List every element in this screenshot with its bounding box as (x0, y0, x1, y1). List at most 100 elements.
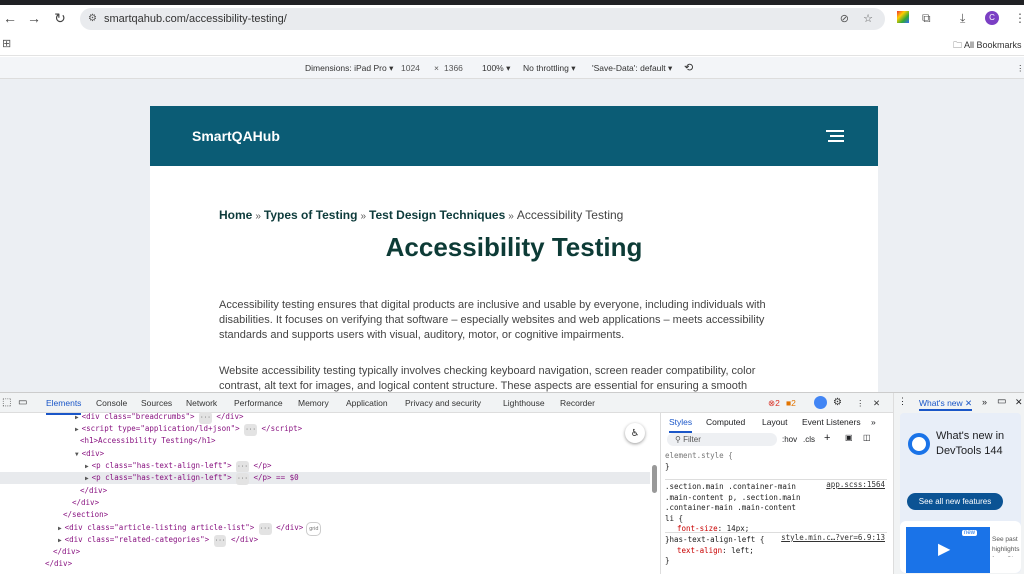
device-toolbar: Dimensions: iPad Pro ▾ 1024 × 1366 100% … (0, 57, 1024, 79)
tab-layout[interactable]: Layout (762, 413, 788, 431)
dom-node[interactable]: ▶ <div class="breadcrumbs"> ··· </div> (0, 411, 650, 425)
tab-styles[interactable]: Styles (669, 413, 693, 433)
dom-node[interactable]: ▶ <div class="related-categories"> ··· </… (0, 534, 650, 548)
ai-assistant-icon[interactable] (814, 396, 827, 409)
dom-node[interactable]: </div> (0, 558, 650, 570)
rule-source-link[interactable]: style.min.c…?ver=6.9:13 (781, 533, 885, 544)
sidebar-toggle-icon[interactable]: ◫ (863, 433, 871, 442)
breadcrumb-home[interactable]: Home (219, 208, 252, 222)
tab-whats-new[interactable]: What's new ✕ (919, 398, 973, 411)
errors-count[interactable]: ⊗2 (768, 393, 780, 413)
height-input[interactable]: 1366 (444, 57, 463, 79)
menu-icon[interactable]: ⋮ (1014, 11, 1024, 25)
styles-filter-input[interactable]: ⚲ Filter (667, 433, 777, 446)
download-icon[interactable]: ⤓ (960, 11, 965, 26)
property-name[interactable]: text-align (677, 546, 722, 555)
dock-icon[interactable]: ▭ (997, 396, 1006, 407)
throttling-select[interactable]: No throttling ▾ (523, 57, 575, 79)
dom-node[interactable]: ▶ <script type="application/ld+json"> ···… (0, 423, 650, 437)
dom-node[interactable]: ▶ <div class="article-listing article-lis… (0, 522, 650, 537)
width-input[interactable]: 1024 (401, 57, 420, 79)
reload-icon[interactable]: ↻ (50, 10, 70, 27)
more-tabs-icon[interactable]: » (871, 413, 876, 431)
dom-node[interactable]: ▶ <p class="has-text-align-left"> ··· </p… (0, 460, 650, 474)
scrollbar[interactable] (652, 465, 657, 493)
play-icon: ▶ (938, 541, 951, 558)
rule-source-link[interactable]: app.scss:1564 (826, 480, 885, 491)
paint-icon[interactable]: ▣ (845, 433, 853, 442)
style-rule-element[interactable]: element.style {} (665, 451, 887, 472)
avatar[interactable]: C (985, 11, 999, 25)
whats-new-tab-label: What's new (919, 398, 963, 408)
address-bar[interactable]: ⚙ smartqahub.com/accessibility-testing/ … (80, 8, 885, 30)
tab-performance[interactable]: Performance (234, 393, 283, 413)
hamburger-menu-icon[interactable] (826, 130, 844, 145)
save-data-label: 'Save-Data': default (592, 63, 666, 73)
site-header: SmartQAHub (150, 106, 878, 166)
apps-grid-icon[interactable]: ⊞ (2, 37, 11, 50)
second-paragraph: Website accessibility testing typically … (219, 365, 756, 392)
dom-node[interactable]: </div> (0, 485, 650, 497)
site-logo[interactable]: SmartQAHub (192, 128, 280, 144)
dom-node-selected[interactable]: ▶ <p class="has-text-align-left"> ··· </p… (0, 472, 650, 486)
dom-node[interactable]: ▼ <div> (0, 448, 650, 460)
star-icon[interactable]: ☆ (863, 8, 873, 30)
styles-tabbar: Styles Computed Layout Event Listeners » (661, 413, 894, 433)
tab-memory[interactable]: Memory (298, 393, 329, 413)
more-options-icon[interactable]: ⋮ (856, 393, 865, 413)
rule-close: } (665, 556, 670, 565)
device-select[interactable]: Dimensions: iPad Pro ▾ (305, 57, 393, 79)
cls-toggle[interactable]: .cls (803, 435, 815, 444)
tab-recorder[interactable]: Recorder (560, 393, 595, 413)
all-bookmarks[interactable]: 🗀 All Bookmarks (953, 38, 1022, 54)
settings-gear-icon[interactable]: ⚙ (833, 393, 842, 413)
dom-node[interactable]: <h1>Accessibility Testing</h1> (0, 435, 650, 447)
new-badge: new (962, 530, 978, 536)
close-drawer-icon[interactable]: ✕ (1015, 397, 1023, 408)
breadcrumb-types-of-testing[interactable]: Types of Testing (264, 208, 358, 222)
hov-toggle[interactable]: :hov (782, 435, 797, 444)
rotate-icon[interactable]: ⟲ (684, 57, 693, 79)
page-title: Accessibility Testing (385, 232, 643, 262)
tab-console[interactable]: Console (96, 393, 127, 413)
more-drawer-tabs-icon[interactable]: » (982, 397, 987, 407)
devtools-tabbar: ⬚ ▭ Elements Console Sources Network Per… (0, 393, 893, 415)
dom-node[interactable]: </div> (0, 546, 650, 558)
drawer-menu-icon[interactable]: ⋮ (898, 396, 907, 407)
device-toggle-icon[interactable]: ▭ (18, 393, 27, 413)
video-thumbnail[interactable]: ▶ new (906, 527, 990, 573)
video-card[interactable]: ▶ new See past highlights from Ch (900, 521, 1021, 573)
close-devtools-icon[interactable]: ✕ (873, 393, 880, 413)
inspect-element-icon[interactable]: ⬚ (2, 393, 11, 413)
device-more-icon[interactable]: ⋮ (1016, 57, 1024, 79)
site-settings-icon[interactable]: ⚙ (88, 8, 97, 30)
new-rule-icon[interactable]: + (824, 432, 830, 444)
tab-sources[interactable]: Sources (141, 393, 172, 413)
tab-lighthouse[interactable]: Lighthouse (503, 393, 545, 413)
extensions-puzzle-icon[interactable]: ⧉ (922, 11, 931, 26)
see-all-features-button[interactable]: See all new features (907, 493, 1003, 510)
accessibility-icon[interactable]: ♿ (625, 423, 645, 443)
extension-icon[interactable] (897, 11, 909, 23)
style-rule[interactable]: .has-text-align-left {style.min.c…?ver=6… (665, 532, 887, 567)
node-open: <script type="application/ld+json"> (81, 424, 240, 433)
zoom-select[interactable]: 100% ▾ (482, 57, 510, 79)
breadcrumb-test-design[interactable]: Test Design Techniques (369, 208, 505, 222)
tab-event-listeners[interactable]: Event Listeners (802, 413, 861, 431)
tab-application[interactable]: Application (346, 393, 388, 413)
tab-computed[interactable]: Computed (706, 413, 745, 431)
ellipsis-button[interactable]: ··· (236, 473, 249, 486)
warnings-count[interactable]: ■2 (786, 393, 796, 413)
back-icon[interactable]: ← (0, 10, 20, 26)
styles-pane: Styles Computed Layout Event Listeners »… (660, 413, 893, 574)
dom-node[interactable]: </div> (0, 497, 650, 509)
tab-privacy-security[interactable]: Privacy and security (405, 393, 481, 413)
tab-network[interactable]: Network (186, 393, 217, 413)
dom-node[interactable]: </section> (0, 509, 650, 521)
eye-off-icon[interactable]: ⊘ (840, 8, 849, 30)
save-data-select[interactable]: 'Save-Data': default ▾ (592, 57, 672, 79)
forward-icon[interactable]: → (24, 10, 44, 26)
devtools-panel: ⬚ ▭ Elements Console Sources Network Per… (0, 392, 1024, 574)
property-value[interactable]: left; (731, 546, 754, 555)
node-close: </div> (276, 523, 304, 532)
